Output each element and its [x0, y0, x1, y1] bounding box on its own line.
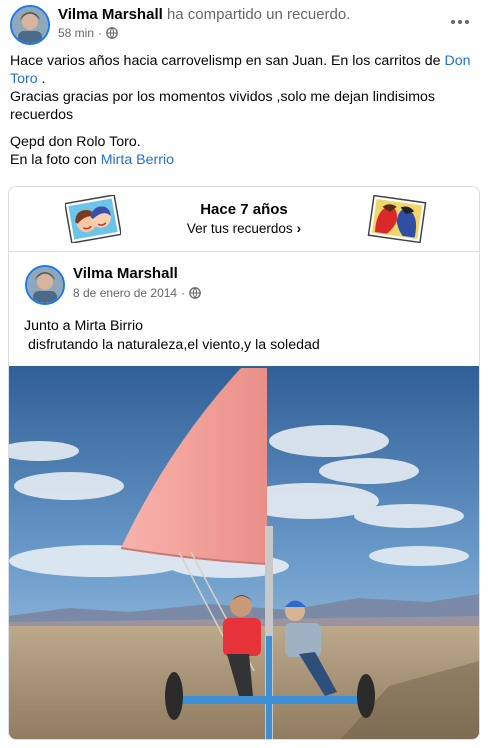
- meta-separator: ·: [181, 286, 186, 300]
- post-meta: 58 min ·: [58, 26, 118, 40]
- more-options-icon[interactable]: [446, 10, 474, 34]
- post-text: Hace varios años hacia carrovelismp en s…: [10, 52, 478, 169]
- post-photo[interactable]: [9, 366, 479, 739]
- kiss-illustration-icon: [367, 194, 427, 248]
- original-author-avatar[interactable]: [25, 265, 65, 305]
- post-text-line1-end: .: [37, 71, 46, 87]
- post-text-line3: Qepd don Rolo Toro.: [10, 134, 141, 150]
- mention-mirta-berrio[interactable]: Mirta Berrio: [101, 152, 174, 168]
- post-header-line: Vilma Marshall ha compartido un recuerdo…: [58, 6, 350, 23]
- post-text-line1: Hace varios años hacia carrovelismp en s…: [10, 53, 445, 69]
- post-action-text: ha compartido un recuerdo.: [166, 6, 351, 23]
- meta-separator: ·: [98, 26, 103, 40]
- memory-card: Hace 7 años Ver tus recuerdos › Vilma Ma…: [8, 186, 480, 740]
- original-post-meta: 8 de enero de 2014 ·: [73, 286, 201, 300]
- chevron-right-icon: ›: [296, 221, 302, 236]
- memory-banner[interactable]: Hace 7 años Ver tus recuerdos ›: [9, 187, 479, 252]
- memory-post: Vilma Marshall ha compartido un recuerdo…: [0, 0, 488, 748]
- post-text-line4: En la foto con: [10, 152, 101, 168]
- original-post-text: Junto a Mirta Birrio disfrutando la natu…: [24, 318, 320, 353]
- globe-icon: [106, 27, 118, 39]
- original-author-name[interactable]: Vilma Marshall: [73, 265, 178, 282]
- original-post-date[interactable]: 8 de enero de 2014: [73, 286, 177, 300]
- post-text-line2: Gracias gracias por los momentos vividos…: [10, 89, 436, 123]
- post-time[interactable]: 58 min: [58, 26, 94, 40]
- see-memories-label: Ver tus recuerdos: [186, 221, 293, 236]
- globe-icon: [189, 287, 201, 299]
- author-name[interactable]: Vilma Marshall: [58, 6, 163, 23]
- author-avatar[interactable]: [10, 5, 50, 45]
